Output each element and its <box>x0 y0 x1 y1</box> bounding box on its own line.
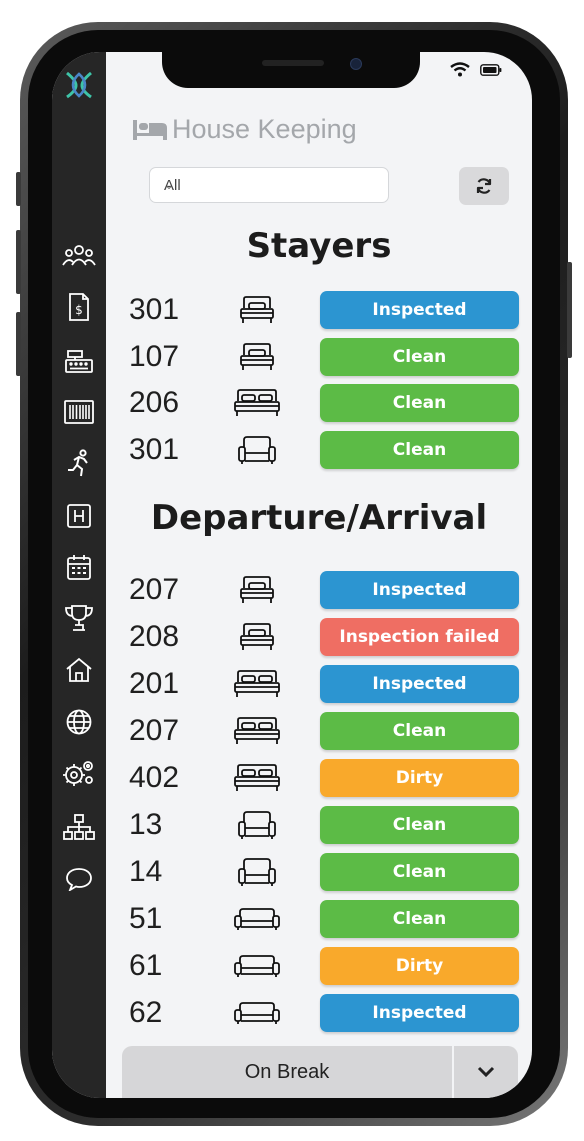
front-camera <box>350 58 362 70</box>
double-bed-icon <box>232 668 282 702</box>
refresh-button[interactable] <box>459 167 509 205</box>
status-badge[interactable]: Clean <box>320 337 519 376</box>
room-row[interactable]: 301 Clean <box>106 431 532 471</box>
status-badge[interactable]: Dirty <box>320 947 519 985</box>
sidebar: $ <box>52 52 106 1098</box>
status-badge[interactable]: Inspected <box>320 994 519 1032</box>
status-badge[interactable]: Dirty <box>320 759 519 797</box>
single-bed-icon <box>232 294 282 328</box>
double-bed-icon <box>232 715 282 749</box>
room-row[interactable]: 201 Inspected <box>106 665 532 705</box>
hotel-h-icon[interactable] <box>60 501 98 531</box>
room-number: 208 <box>129 620 180 653</box>
room-row[interactable]: 206 Clean <box>106 384 532 424</box>
status-badge[interactable]: Clean <box>320 806 519 844</box>
room-row[interactable]: 14 Clean <box>106 853 532 893</box>
room-number: 62 <box>129 996 163 1029</box>
status-badge[interactable]: Clean <box>320 900 519 938</box>
status-bar <box>450 62 502 77</box>
double-bed-icon <box>232 762 282 796</box>
svg-text:$: $ <box>75 303 83 317</box>
room-number: 201 <box>129 667 180 700</box>
armchair-icon <box>232 434 282 468</box>
room-row[interactable]: 208 Inspection failed <box>106 618 532 658</box>
room-number: 402 <box>129 761 180 794</box>
wifi-icon <box>450 62 470 77</box>
power-button <box>567 262 572 358</box>
home-icon[interactable] <box>60 655 98 685</box>
section-title-departure-arrival: Departure/Arrival <box>150 498 488 538</box>
page-title: House Keeping <box>172 114 357 144</box>
room-number: 206 <box>129 386 180 420</box>
globe-icon[interactable] <box>60 707 98 737</box>
room-row[interactable]: 301 Inspected <box>106 291 532 331</box>
refresh-icon <box>476 178 492 194</box>
status-badge[interactable]: Clean <box>320 431 519 470</box>
select-caret-icon: ⌄ <box>164 178 175 192</box>
room-number: 51 <box>129 902 163 935</box>
break-options-dropdown[interactable] <box>454 1046 518 1098</box>
users-icon[interactable] <box>60 241 98 271</box>
settings-icon[interactable] <box>60 758 98 788</box>
single-bed-icon <box>232 341 282 375</box>
room-number: 14 <box>129 855 163 888</box>
battery-icon <box>480 63 502 76</box>
sitemap-icon[interactable] <box>60 812 98 842</box>
page-header: House Keeping <box>132 114 357 145</box>
room-row[interactable]: 61 Dirty <box>106 947 532 987</box>
double-bed-icon <box>232 387 282 421</box>
status-badge[interactable]: Inspected <box>320 291 519 329</box>
invoice-icon[interactable]: $ <box>60 292 98 322</box>
room-row[interactable]: 402 Dirty <box>106 759 532 799</box>
sofa-icon <box>232 950 282 984</box>
status-badge[interactable]: Clean <box>320 853 519 891</box>
calendar-icon[interactable] <box>60 552 98 582</box>
room-filter-select[interactable]: All ⌄ <box>149 167 389 203</box>
room-row[interactable]: 62 Inspected <box>106 994 532 1034</box>
room-number: 301 <box>129 433 180 467</box>
sofa-icon <box>232 903 282 937</box>
armchair-icon <box>232 856 282 890</box>
status-badge[interactable]: Clean <box>320 384 519 423</box>
room-number: 107 <box>129 339 180 373</box>
room-number: 207 <box>129 573 180 606</box>
chat-icon[interactable] <box>60 864 98 894</box>
app-screen: $ House Keeping All ⌄ Stayers 301 Inspec… <box>52 52 532 1098</box>
room-row[interactable]: 207 Inspected <box>106 571 532 611</box>
armchair-icon <box>232 809 282 843</box>
room-number: 13 <box>129 808 163 841</box>
running-man-icon[interactable] <box>60 448 98 478</box>
volume-up-button <box>16 230 21 294</box>
room-row[interactable]: 207 Clean <box>106 712 532 752</box>
bed-icon <box>133 119 167 140</box>
room-number: 301 <box>129 293 180 326</box>
sofa-icon <box>232 997 282 1031</box>
app-logo[interactable] <box>62 68 96 102</box>
room-number: 207 <box>129 714 180 747</box>
trophy-icon[interactable] <box>60 603 98 633</box>
single-bed-icon <box>232 574 282 608</box>
cash-register-icon[interactable] <box>60 347 98 377</box>
status-badge[interactable]: Clean <box>320 712 519 750</box>
section-title-stayers: Stayers <box>246 226 392 266</box>
on-break-button[interactable]: On Break <box>122 1046 452 1098</box>
status-badge[interactable]: Inspected <box>320 571 519 609</box>
room-row[interactable]: 13 Clean <box>106 806 532 846</box>
single-bed-icon <box>232 621 282 655</box>
room-number: 61 <box>129 949 163 982</box>
chevron-down-icon <box>477 1066 495 1078</box>
notch <box>162 52 420 88</box>
room-row[interactable]: 51 Clean <box>106 900 532 940</box>
barcode-icon[interactable] <box>60 397 98 427</box>
status-badge[interactable]: Inspection failed <box>320 618 519 656</box>
volume-down-button <box>16 312 21 376</box>
room-row[interactable]: 107 Clean <box>106 337 532 378</box>
speaker <box>262 60 324 66</box>
mute-switch <box>16 172 21 206</box>
status-badge[interactable]: Inspected <box>320 665 519 703</box>
